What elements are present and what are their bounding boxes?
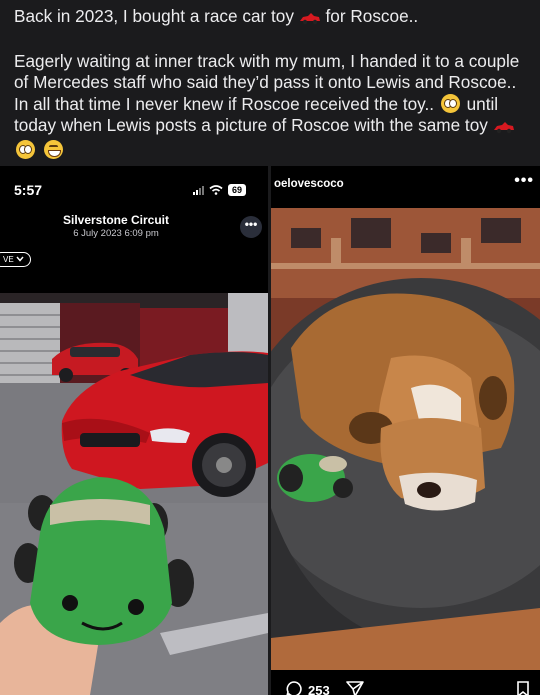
battery-indicator: 69 (227, 184, 246, 196)
caption-line1-start: Back in 2023, I bought a race car toy (14, 6, 294, 26)
signal-icon (192, 185, 204, 195)
post-more-button[interactable]: ••• (514, 172, 534, 190)
status-bar: 5:57 69 (0, 166, 268, 210)
bulldog-photo (271, 208, 540, 670)
instagram-username[interactable]: oelovescoco (274, 178, 344, 190)
live-chip-label: VE (3, 255, 14, 264)
share-icon[interactable] (345, 680, 365, 695)
right-screenshot: oelovescoco ••• 253 (271, 166, 540, 695)
comment-icon[interactable] (285, 680, 303, 695)
photo-date: 6 July 2023 6:09 pm (73, 228, 159, 239)
wifi-icon (209, 185, 223, 195)
bookmark-icon[interactable] (516, 680, 530, 695)
location-title: Silverstone Circuit (62, 213, 170, 227)
pleading-face-icon (440, 93, 460, 113)
post-caption: Back in 2023, I bought a race car toy fo… (14, 6, 534, 161)
plush-toy-on-bed (277, 454, 353, 502)
chevron-down-icon (16, 256, 24, 262)
live-chip[interactable]: VE (0, 252, 31, 267)
car-and-toy-photo (0, 293, 268, 695)
grinning-face-icon (43, 139, 63, 159)
comment-count: 253 (308, 683, 330, 695)
status-icons: 69 (192, 184, 246, 196)
more-options-button[interactable]: ••• (240, 216, 262, 238)
race-car-icon (299, 9, 321, 31)
caption-paragraph-2: Eagerly waiting at inner track with my m… (14, 51, 534, 162)
caption-paragraph-1: Back in 2023, I bought a race car toy fo… (14, 6, 534, 31)
post-action-bar: 253 (271, 670, 540, 695)
pleading-face-icon (16, 139, 35, 159)
status-time: 5:57 (14, 182, 43, 198)
left-screenshot: 5:57 69 Silverstone Circuit 6 July 2023 … (0, 166, 268, 695)
caption-line1-end: for Roscoe.. (325, 6, 419, 26)
race-car-icon (493, 118, 515, 140)
